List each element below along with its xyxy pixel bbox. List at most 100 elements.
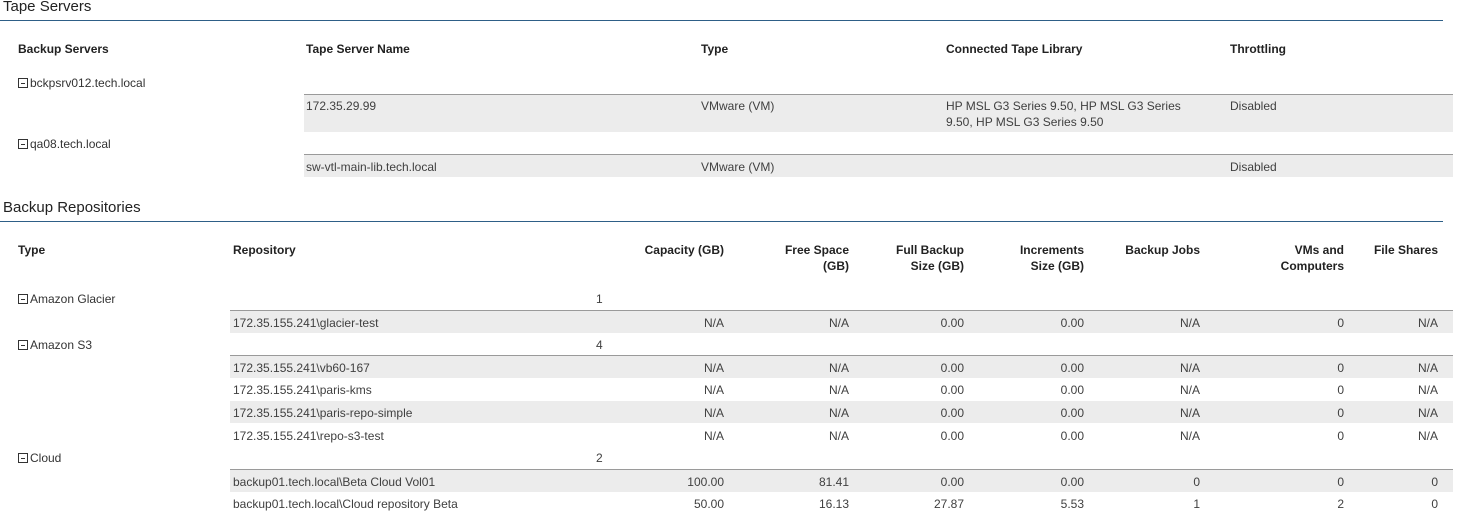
tape-servers-title: Tape Servers: [3, 0, 92, 15]
repo-capacity: 100.00: [687, 475, 724, 489]
tape-throttling: Disabled: [1230, 160, 1277, 174]
backup-repositories-title: Backup Repositories: [3, 199, 141, 216]
col-backup-jobs[interactable]: Backup Jobs: [1100, 243, 1200, 257]
col-vms-and-computers-2: Computers: [1280, 259, 1344, 273]
repo-free-space: N/A: [828, 383, 849, 397]
group-toggle-amazon-glacier[interactable]: Amazon Glacier: [18, 292, 115, 306]
repo-file-shares: N/A: [1417, 361, 1438, 375]
col-type[interactable]: Type: [701, 42, 728, 56]
col-repository[interactable]: Repository: [233, 243, 296, 257]
repo-backup-jobs: N/A: [1179, 429, 1200, 443]
repo-free-space: N/A: [828, 406, 849, 420]
repo-backup-jobs: N/A: [1179, 361, 1200, 375]
repo-name: 172.35.155.241\paris-kms: [233, 383, 372, 397]
tape-library-continued: 9.50, HP MSL G3 Series 9.50: [946, 115, 1104, 129]
repo-backup-jobs: 0: [1193, 475, 1200, 489]
repo-full-backup: 0.00: [940, 475, 964, 489]
repo-full-backup: 0.00: [940, 316, 964, 330]
col-throttling[interactable]: Throttling: [1230, 42, 1286, 56]
col-backup-servers[interactable]: Backup Servers: [18, 42, 109, 56]
repo-free-space: N/A: [828, 361, 849, 375]
col-full-backup-size-unit: Size (GB): [910, 259, 964, 273]
col-increments-size-unit: Size (GB): [1030, 259, 1084, 273]
repo-full-backup: 27.87: [933, 497, 964, 511]
repo-increments: 0.00: [1060, 429, 1084, 443]
collapse-icon: [18, 78, 28, 88]
tape-server-type: VMware (VM): [701, 99, 775, 113]
repo-increments: 5.53: [1060, 497, 1084, 511]
col-full-backup-size[interactable]: Full Backup: [870, 243, 964, 257]
repo-name: 172.35.155.241\repo-s3-test: [233, 429, 384, 443]
group-toggle-bckpsrv012[interactable]: bckpsrv012.tech.local: [18, 76, 145, 90]
collapse-icon: [18, 294, 28, 304]
group-toggle-cloud[interactable]: Cloud: [18, 451, 61, 465]
repo-backup-jobs: N/A: [1179, 406, 1200, 420]
col-vms-and-computers[interactable]: VMs and: [1250, 243, 1344, 257]
tape-server-type: VMware (VM): [701, 160, 775, 174]
col-repo-type[interactable]: Type: [18, 243, 45, 257]
group-count: 1: [596, 292, 603, 306]
col-capacity[interactable]: Capacity (GB): [620, 243, 724, 257]
collapse-icon: [18, 340, 28, 350]
repo-increments: 0.00: [1060, 475, 1084, 489]
repo-vms: 0: [1337, 361, 1344, 375]
tape-throttling: Disabled: [1230, 99, 1277, 113]
collapse-icon: [18, 139, 28, 149]
repo-file-shares: 0: [1431, 475, 1438, 489]
col-free-space[interactable]: Free Space: [760, 243, 849, 257]
group-count: 4: [596, 338, 603, 352]
col-file-shares[interactable]: File Shares: [1360, 243, 1438, 257]
repo-capacity: N/A: [703, 429, 724, 443]
repo-free-space: N/A: [828, 429, 849, 443]
table-row[interactable]: [304, 95, 1453, 132]
group-label: bckpsrv012.tech.local: [30, 76, 146, 90]
backup-repositories-rule: [0, 221, 1443, 222]
repo-vms: 0: [1337, 383, 1344, 397]
repo-name: 172.35.155.241\glacier-test: [233, 316, 379, 330]
repo-backup-jobs: N/A: [1179, 316, 1200, 330]
repo-file-shares: N/A: [1417, 316, 1438, 330]
repo-file-shares: N/A: [1417, 429, 1438, 443]
group-label: qa08.tech.local: [30, 137, 111, 151]
group-count: 2: [596, 451, 603, 465]
repo-increments: 0.00: [1060, 361, 1084, 375]
repo-vms: 0: [1337, 475, 1344, 489]
repo-vms: 0: [1337, 316, 1344, 330]
repo-capacity: N/A: [703, 316, 724, 330]
repo-backup-jobs: 1: [1193, 497, 1200, 511]
repo-increments: 0.00: [1060, 316, 1084, 330]
repo-backup-jobs: N/A: [1179, 383, 1200, 397]
group-label: Amazon Glacier: [30, 292, 116, 306]
repo-name: backup01.tech.local\Beta Cloud Vol01: [233, 475, 436, 489]
repo-name: 172.35.155.241\vb60-167: [233, 361, 370, 375]
repo-capacity: N/A: [703, 383, 724, 397]
repo-capacity: 50.00: [693, 497, 724, 511]
col-free-space-unit: (GB): [823, 259, 849, 273]
group-toggle-qa08[interactable]: qa08.tech.local: [18, 137, 111, 151]
repo-capacity: N/A: [703, 406, 724, 420]
collapse-icon: [18, 453, 28, 463]
repo-full-backup: 0.00: [940, 406, 964, 420]
repo-file-shares: N/A: [1417, 383, 1438, 397]
group-toggle-amazon-s3[interactable]: Amazon S3: [18, 338, 92, 352]
repo-free-space: 81.41: [818, 475, 849, 489]
repo-full-backup: 0.00: [940, 383, 964, 397]
col-increments-size[interactable]: Increments: [990, 243, 1084, 257]
tape-server-name: sw-vtl-main-lib.tech.local: [306, 160, 437, 174]
tape-server-name: 172.35.29.99: [306, 99, 377, 113]
repo-file-shares: 0: [1431, 497, 1438, 511]
repo-name: 172.35.155.241\paris-repo-simple: [233, 406, 413, 420]
repo-vms: 0: [1337, 429, 1344, 443]
repo-free-space: 16.13: [818, 497, 849, 511]
col-connected-tape-library[interactable]: Connected Tape Library: [946, 42, 1082, 56]
repo-increments: 0.00: [1060, 406, 1084, 420]
group-label: Amazon S3: [30, 338, 93, 352]
tape-library: HP MSL G3 Series 9.50, HP MSL G3 Series: [946, 99, 1181, 113]
col-tape-server-name[interactable]: Tape Server Name: [306, 42, 410, 56]
repo-capacity: N/A: [703, 361, 724, 375]
table-row[interactable]: [304, 155, 1453, 177]
repo-name: backup01.tech.local\Cloud repository Bet…: [233, 497, 458, 511]
repo-vms: 2: [1337, 497, 1344, 511]
tape-servers-rule: [0, 20, 1443, 21]
group-label: Cloud: [30, 451, 62, 465]
